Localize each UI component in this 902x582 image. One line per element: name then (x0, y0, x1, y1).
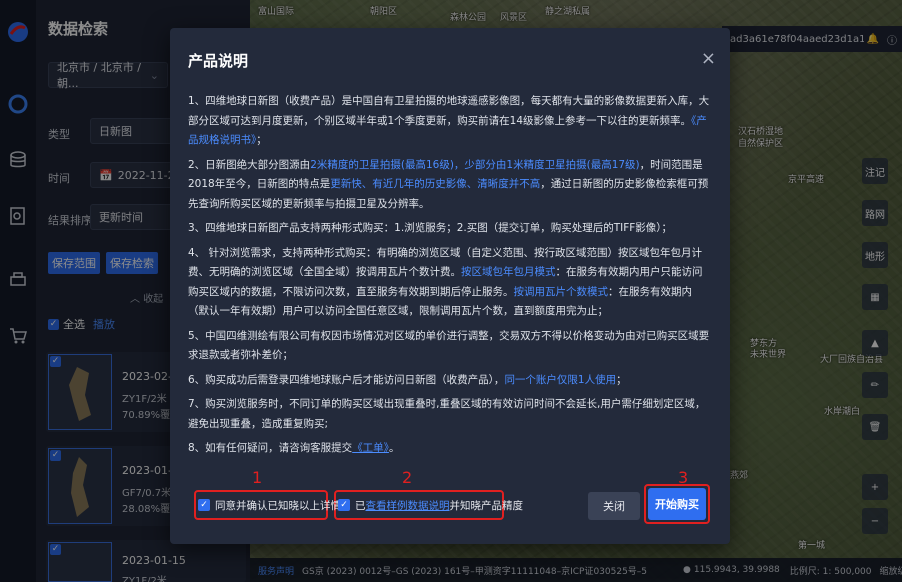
dialog-body: 1、四维地球日新图（收费产品）是中国自有卫星拍摄的地球遥感影像图，每天都有大量的… (188, 92, 710, 464)
agree-precision-pre: 已 (355, 499, 366, 512)
item-6: 6、购买成功后需登录四维地球账户后才能访问日新图（收费产品），同一个账户仅限1人… (188, 371, 710, 391)
item-1: 1、四维地球日新图（收费产品）是中国自有卫星拍摄的地球遥感影像图，每天都有大量的… (188, 92, 710, 151)
item-highlight: 按区域包年包月模式 (461, 266, 556, 278)
item-text: 6、购买成功后需登录四维地球账户后才能访问日新图（收费产品）， (188, 373, 505, 386)
checkbox-checked: ✓ (198, 499, 210, 511)
item-text: 3、四维地球日新图产品支持两种形式购买：1.浏览服务；2.买图（提交订单，购买处… (188, 222, 673, 234)
item-text: 7、购买浏览服务时，不同订单的购买区域出现重叠时,重叠区域的有效访问时间不会延长… (188, 398, 706, 430)
close-button[interactable]: 关闭 (588, 492, 640, 520)
item-4: 4、 针对浏览需求，支持两种形式购买：有明确的浏览区域（自定义范围、按行政区域范… (188, 244, 710, 322)
item-text: 1、四维地球日新图（收费产品）是中国自有卫星拍摄的地球遥感影像图，每天都有大量的… (188, 95, 710, 127)
item-text: ； (616, 373, 627, 386)
start-purchase-button[interactable]: 开始购买 (648, 488, 706, 520)
item-text: 5、中国四维测绘有限公司有权因市场情况对区域的单价进行调整，交易双方不得以价格变… (188, 329, 710, 362)
dialog-title: 产品说明 (188, 52, 249, 70)
annotation-number: 2 (402, 468, 413, 487)
item-8: 8、如有任何疑问，请咨询客服提交《工单》。 (188, 439, 710, 459)
item-highlight: 按调用瓦片个数模式 (513, 285, 609, 298)
item-highlight: 2米精度的卫星拍摄(最高16级)，少部分由1米精度卫星拍摄(最高17级) (310, 158, 640, 171)
item-text: 。 (388, 442, 400, 454)
product-description-dialog: 产品说明 × 1、四维地球日新图（收费产品）是中国自有卫星拍摄的地球遥感影像图，… (170, 28, 730, 544)
agree-details-checkbox[interactable]: ✓ 同意并确认已知晓以上详情 (198, 494, 341, 516)
item-text: 2、日新图绝大部分图源由 (188, 158, 311, 171)
close-icon[interactable]: × (701, 48, 716, 69)
ticket-link[interactable]: 《工单》 (352, 442, 389, 454)
item-3: 3、四维地球日新图产品支持两种形式购买：1.浏览服务；2.买图（提交订单，购买处… (188, 219, 710, 239)
agree-precision-checkbox[interactable]: ✓ 已 查看样例数据说明 并知晓产品精度 (338, 494, 523, 516)
item-2: 2、日新图绝大部分图源由2米精度的卫星拍摄(最高16级)，少部分由1米精度卫星拍… (188, 156, 710, 215)
item-highlight: 同一个账户仅限1人使用 (504, 373, 617, 386)
agree-details-label: 同意并确认已知晓以上详情 (215, 499, 341, 512)
item-5: 5、中国四维测绘有限公司有权因市场情况对区域的单价进行调整，交易双方不得以价格变… (188, 327, 710, 366)
item-text: ； (256, 134, 267, 146)
item-highlight: 更新快、有近几年的历史影像、清晰度并不高 (330, 178, 541, 190)
annotation-number: 1 (252, 468, 263, 487)
item-7: 7、购买浏览服务时，不同订单的购买区域出现重叠时,重叠区域的有效访问时间不会延长… (188, 395, 710, 434)
item-text: 8、如有任何疑问，请咨询客服提交 (188, 442, 353, 454)
agree-precision-post: 并知晓产品精度 (449, 499, 524, 512)
sample-data-link[interactable]: 查看样例数据说明 (366, 498, 450, 513)
checkbox-checked: ✓ (338, 499, 350, 511)
